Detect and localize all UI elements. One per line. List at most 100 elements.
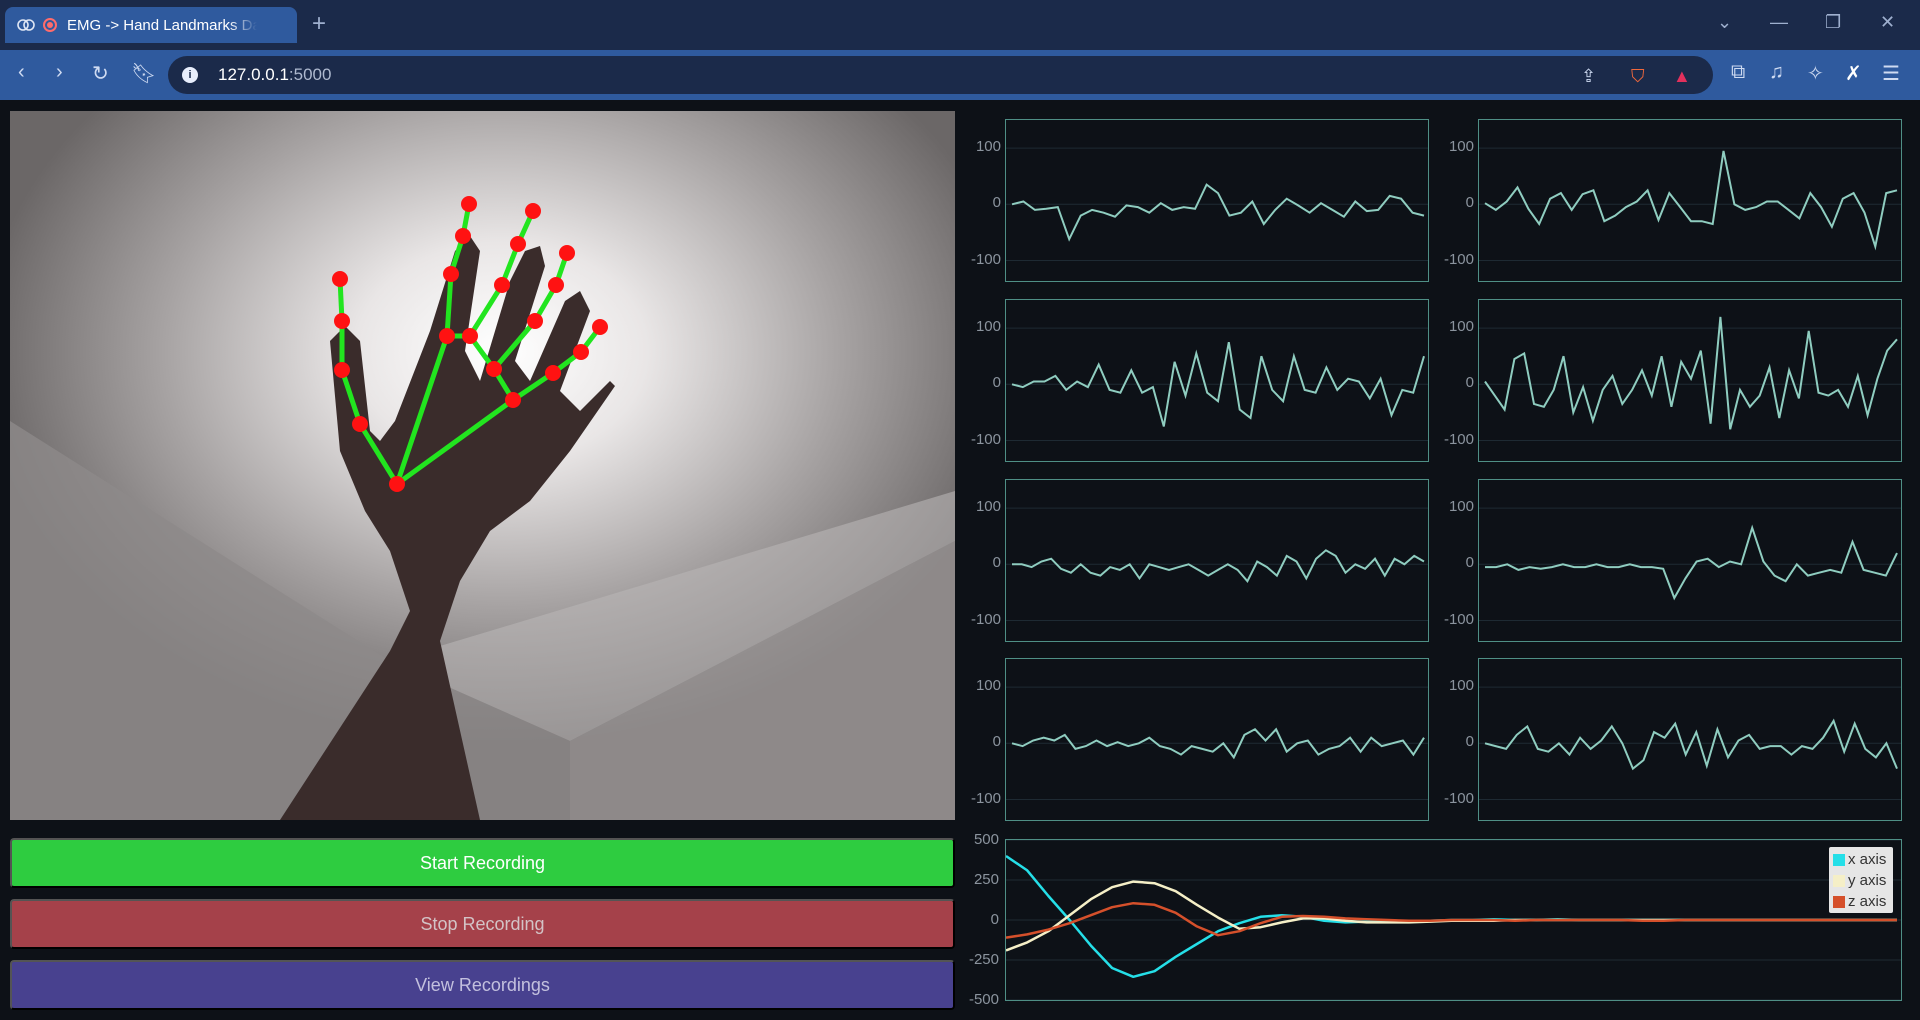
emg-signal-line [1484,718,1898,771]
emg-y-tick: 100 [975,498,1001,516]
close-window-icon[interactable]: ✕ [1880,12,1895,33]
emg-y-tick: -100 [1443,610,1474,628]
hand-landmark [462,328,478,344]
brave-shields-icon[interactable]: ⛉ [1631,66,1645,87]
brave-rewards-icon[interactable]: ▲ [1673,66,1691,87]
emg-y-tick: -100 [970,430,1001,448]
tab-search-chevron-icon[interactable]: ⌄ [1717,12,1732,33]
legend-item: x axis [1833,849,1889,870]
emg-y-tick: 100 [975,318,1001,336]
imu-series-x-axis [1005,854,1897,979]
share-icon[interactable]: ⇪ [1581,66,1596,87]
view-recordings-button[interactable]: View Recordings [10,960,955,1010]
ai-sparkle-icon[interactable]: ✧ [1807,61,1824,86]
emg-chart-2 [1478,119,1903,282]
hand-landmark [559,245,575,261]
imu-series-y-axis [1005,880,1897,952]
hand-landmark [352,416,368,432]
stop-recording-button[interactable]: Stop Recording [10,899,955,949]
emg-chart-4 [1478,299,1903,462]
hand-landmark [461,196,477,212]
emg-y-tick: -100 [1443,430,1474,448]
browser-nav-bar: ‹ › ↻ 🔖︎ i 127.0.0.1 :5000 ⇪ ⛉ ▲ ⧉ ♫ ✧ ✗… [0,50,1920,100]
site-info-icon[interactable]: i [182,67,198,83]
url-host: 127.0.0.1 [218,65,289,84]
emg-y-tick: 100 [975,677,1001,695]
legend-label: z axis [1848,893,1887,910]
emg-y-tick: -100 [970,610,1001,628]
extensions-icon[interactable]: ⧉ [1731,61,1745,84]
emg-y-tick: 0 [1465,374,1474,392]
browser-tab-bar: EMG -> Hand Landmarks Data + ⌄ — ❐ ✕ [0,0,1920,50]
emg-signal-line [1485,524,1898,601]
legend-item: y axis [1833,870,1889,891]
emg-y-tick: 100 [1448,677,1474,695]
forward-icon[interactable]: › [56,61,63,84]
emg-y-tick: -100 [970,250,1001,268]
active-tab[interactable]: EMG -> Hand Landmarks Data [5,7,297,43]
emg-chart-1 [1005,119,1430,282]
emg-signal-line [1011,183,1425,242]
restore-icon[interactable]: ❐ [1825,12,1841,33]
emg-y-tick: 100 [1448,318,1474,336]
imu-legend: x axis y axis z axis [1829,847,1893,913]
minimize-icon[interactable]: — [1770,12,1788,33]
imu-chart [1005,839,1902,1001]
hand-landmark [545,365,561,381]
emg-y-tick: 100 [975,138,1001,156]
hand-landmark [548,277,564,293]
imu-y-tick: 0 [990,911,999,928]
back-icon[interactable]: ‹ [18,61,25,84]
legend-swatch [1833,874,1845,887]
emg-y-tick: 0 [992,194,1001,212]
imu-y-tick: 250 [973,871,999,888]
hand-landmark [389,476,405,492]
url-port: :5000 [288,65,332,84]
reload-icon[interactable]: ↻ [92,61,109,86]
hand-landmark [505,392,521,408]
hand-landmark [455,228,471,244]
legend-swatch [1833,895,1845,908]
hand-landmark [439,328,455,344]
imu-y-tick: -500 [968,991,999,1008]
emg-chart-5 [1005,479,1430,642]
emg-y-tick: 0 [992,374,1001,392]
emg-y-tick: 0 [992,733,1001,751]
address-bar[interactable]: i 127.0.0.1 :5000 ⇪ ⛉ ▲ [168,56,1713,94]
brain-icon [17,16,35,34]
emg-y-tick: 0 [1465,554,1474,572]
hand-landmark [592,319,608,335]
camera-feed [10,111,955,820]
emg-signal-line [1484,150,1898,251]
music-icon[interactable]: ♫ [1769,61,1784,84]
emg-y-tick: 0 [1465,194,1474,212]
start-recording-button[interactable]: Start Recording [10,838,955,888]
emg-y-tick: -100 [1443,789,1474,807]
emg-chart-3 [1005,299,1430,462]
hand-landmark [527,313,543,329]
legend-swatch [1833,853,1845,866]
hand-landmark [510,236,526,252]
hand-landmark [443,266,459,282]
imu-y-tick: -250 [968,951,999,968]
legend-item: z axis [1833,891,1889,912]
emg-chart-8 [1478,658,1903,821]
bookmark-icon[interactable]: 🔖︎ [131,61,156,86]
emg-y-tick: 0 [1465,733,1474,751]
emg-signal-line [1012,549,1425,583]
emg-y-tick: -100 [1443,250,1474,268]
legend-label: x axis [1848,851,1887,868]
hand-landmark [332,271,348,287]
tab-title: EMG -> Hand Landmarks Data [67,16,257,34]
hand-landmark [573,344,589,360]
new-tab-button[interactable]: + [312,10,326,38]
emg-chart-7 [1005,658,1430,821]
hand-landmark [334,313,350,329]
emg-y-tick: -100 [970,789,1001,807]
recording-indicator-icon [43,18,57,32]
legend-label: y axis [1848,872,1887,889]
extension-x-icon[interactable]: ✗ [1845,61,1862,86]
emg-y-tick: 100 [1448,498,1474,516]
menu-icon[interactable]: ☰ [1882,61,1900,86]
imu-y-tick: 500 [973,831,999,848]
